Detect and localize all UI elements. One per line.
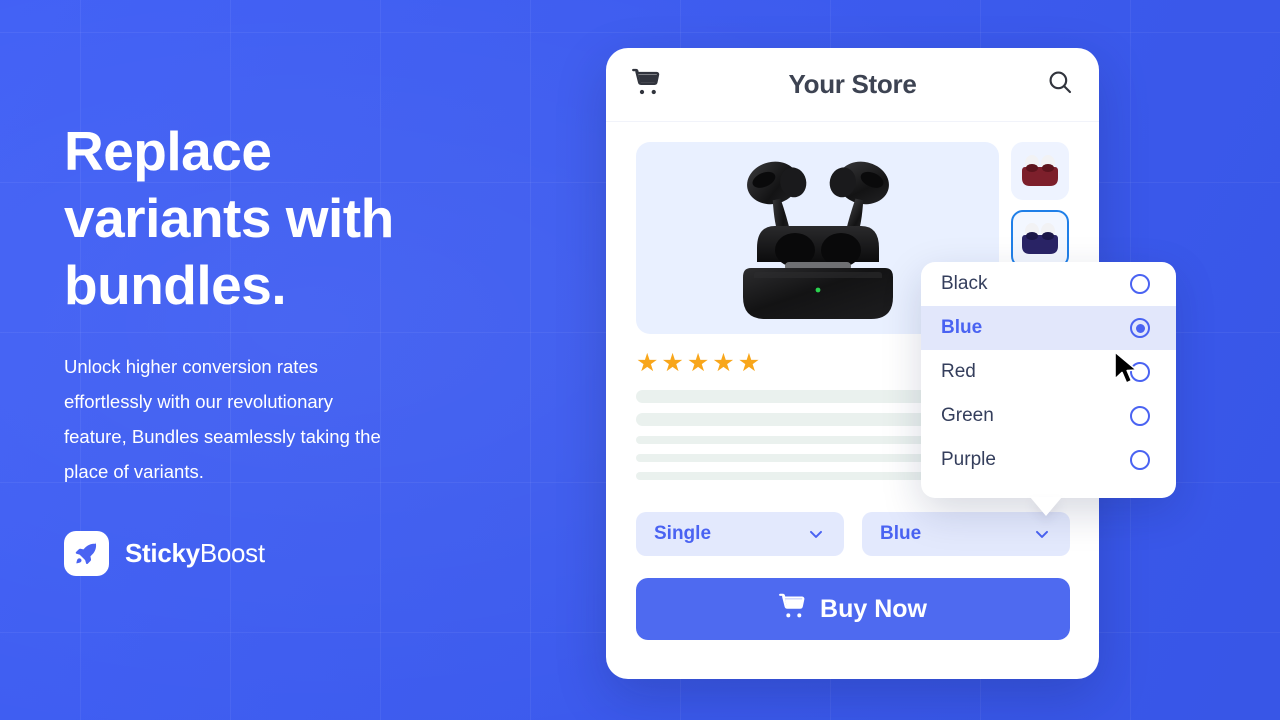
dropdown-option-black[interactable]: Black	[921, 262, 1176, 306]
dropdown-option-blue[interactable]: Blue	[921, 306, 1176, 350]
dropdown-option-label: Blue	[941, 317, 983, 338]
thumbnail-purple[interactable]	[1011, 210, 1069, 268]
bundle-select-value: Single	[654, 523, 712, 544]
dropdown-option-red[interactable]: Red	[921, 350, 1176, 394]
rocket-icon	[64, 531, 109, 576]
shopping-cart-icon	[779, 593, 807, 626]
bundle-select[interactable]: Single	[636, 512, 844, 556]
store-header: Your Store	[606, 48, 1099, 122]
chevron-down-icon	[806, 524, 826, 544]
dropdown-option-label: Red	[941, 361, 976, 382]
dropdown-pointer-notch	[1030, 497, 1062, 516]
star-icon: ★	[686, 349, 710, 377]
brand-name: StickyBoost	[125, 538, 265, 569]
brand-name-secondary: Boost	[199, 538, 265, 568]
radio-button[interactable]	[1130, 274, 1150, 294]
variant-selectors: Single Blue	[636, 512, 1070, 556]
dropdown-option-label: Purple	[941, 449, 996, 470]
buy-now-button[interactable]: Buy Now	[636, 578, 1070, 640]
color-select-value: Blue	[880, 523, 922, 544]
promo-panel: Replace variants with bundles. Unlock hi…	[64, 118, 534, 576]
buy-now-label: Buy Now	[820, 594, 927, 623]
radio-button-selected[interactable]	[1130, 318, 1150, 338]
brand-name-primary: Sticky	[125, 538, 200, 568]
dropdown-option-label: Green	[941, 405, 994, 426]
dropdown-option-green[interactable]: Green	[921, 394, 1176, 438]
color-select[interactable]: Blue	[862, 512, 1070, 556]
radio-button[interactable]	[1130, 406, 1150, 426]
dropdown-option-label: Black	[941, 273, 988, 294]
radio-button[interactable]	[1130, 362, 1150, 382]
brand-logo: StickyBoost	[64, 531, 534, 576]
star-icon: ★	[737, 349, 761, 377]
search-icon[interactable]	[1047, 69, 1073, 100]
shopping-cart-icon[interactable]	[632, 68, 662, 101]
store-title: Your Store	[788, 69, 917, 99]
page-title: Replace variants with bundles.	[64, 120, 394, 316]
radio-button[interactable]	[1130, 450, 1150, 470]
thumbnail-red[interactable]	[1011, 142, 1069, 200]
star-icon: ★	[712, 349, 735, 377]
color-dropdown-menu: Black Blue Red Green Purple	[921, 262, 1176, 498]
dropdown-option-purple[interactable]: Purple	[921, 438, 1176, 482]
chevron-down-icon	[1032, 524, 1052, 544]
star-icon: ★	[636, 349, 659, 377]
star-icon: ★	[661, 349, 684, 377]
promo-description: Unlock higher conversion rates effortles…	[64, 356, 381, 482]
